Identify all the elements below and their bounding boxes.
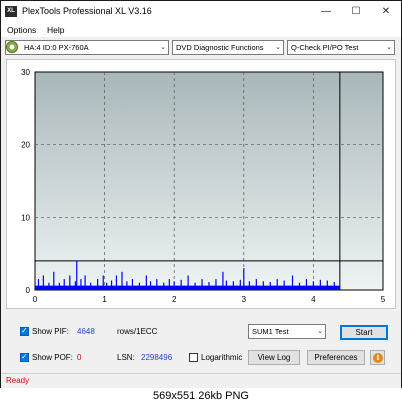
view-log-button[interactable]: View Log <box>248 350 300 365</box>
title-bar[interactable]: XL PlexTools Professional XL V3.16 — ☐ ✕ <box>1 1 401 23</box>
y-tick-label: 20 <box>21 141 30 150</box>
info-icon: i <box>373 353 383 363</box>
plextools-window: XL PlexTools Professional XL V3.16 — ☐ ✕… <box>0 0 402 388</box>
logarithmic-checkbox[interactable] <box>189 353 198 362</box>
show-pof-label: Show POF: <box>32 353 73 362</box>
chevron-down-icon: ⌄ <box>317 328 323 335</box>
show-pof-checkbox[interactable] <box>20 352 29 362</box>
y-tick-label: 10 <box>21 213 30 222</box>
sum-test-value: SUM1 Test <box>252 327 289 336</box>
x-tick-label: 3 <box>242 295 247 304</box>
chevron-down-icon: ⌄ <box>386 44 392 51</box>
toolbar: HA:4 ID:0 PX-760A ⌄ DVD Diagnostic Funct… <box>1 38 401 57</box>
pif-value: 4648 <box>77 327 95 336</box>
info-button[interactable]: i <box>370 350 385 365</box>
y-tick-label: 0 <box>26 286 31 295</box>
chevron-down-icon: ⌄ <box>275 44 281 51</box>
chart-panel: 0 1 2 3 4 5 0 10 20 30 <box>6 59 396 309</box>
test-select[interactable]: Q-Check PI/PO Test ⌄ <box>287 40 395 55</box>
x-tick-label: 2 <box>172 295 177 304</box>
function-select-value: DVD Diagnostic Functions <box>176 43 264 52</box>
function-select[interactable]: DVD Diagnostic Functions ⌄ <box>172 40 284 55</box>
drive-select[interactable]: HA:4 ID:0 PX-760A ⌄ <box>5 40 169 55</box>
x-tick-label: 1 <box>102 295 107 304</box>
lsn-value: 2298496 <box>141 353 173 362</box>
sum-test-select[interactable]: SUM1 Test ⌄ <box>248 324 326 339</box>
minimize-button[interactable]: — <box>311 1 341 23</box>
controls-panel: Show PIF: 4648 rows/1ECC SUM1 Test ⌄ Sta… <box>1 313 401 373</box>
drive-select-value: HA:4 ID:0 PX-760A <box>24 43 89 52</box>
app-logo-icon: XL <box>5 6 17 17</box>
status-text: Ready <box>6 376 30 385</box>
status-bar: Ready <box>1 373 401 388</box>
lsn-label: LSN: <box>117 353 135 362</box>
test-select-value: Q-Check PI/PO Test <box>291 43 359 52</box>
close-button[interactable]: ✕ <box>371 1 401 23</box>
show-pif-checkbox[interactable] <box>20 326 29 336</box>
x-tick-label: 4 <box>311 295 316 304</box>
x-tick-label: 0 <box>33 295 38 304</box>
app-root: XL PlexTools Professional XL V3.16 — ☐ ✕… <box>0 0 402 404</box>
image-caption: 569x551 26kb PNG <box>152 390 249 402</box>
preferences-button[interactable]: Preferences <box>307 350 365 365</box>
logarithmic-label: Logarithmic <box>201 353 243 362</box>
rows-label: rows/1ECC <box>117 327 158 336</box>
maximize-button[interactable]: ☐ <box>341 1 371 23</box>
y-tick-label: 30 <box>21 68 30 77</box>
window-title: PlexTools Professional XL V3.16 <box>22 6 152 16</box>
menu-options[interactable]: Options <box>7 25 36 35</box>
menu-help[interactable]: Help <box>47 25 64 35</box>
x-tick-label: 5 <box>381 295 386 304</box>
pi-po-chart: 0 1 2 3 4 5 0 10 20 30 <box>21 68 386 304</box>
start-button[interactable]: Start <box>340 325 388 340</box>
plot-background <box>34 71 384 291</box>
show-pif-label: Show PIF: <box>32 327 69 336</box>
menu-bar: Options Help <box>1 23 401 37</box>
chevron-down-icon: ⌄ <box>160 44 166 51</box>
disc-icon <box>6 41 18 53</box>
pof-value: 0 <box>77 353 82 362</box>
